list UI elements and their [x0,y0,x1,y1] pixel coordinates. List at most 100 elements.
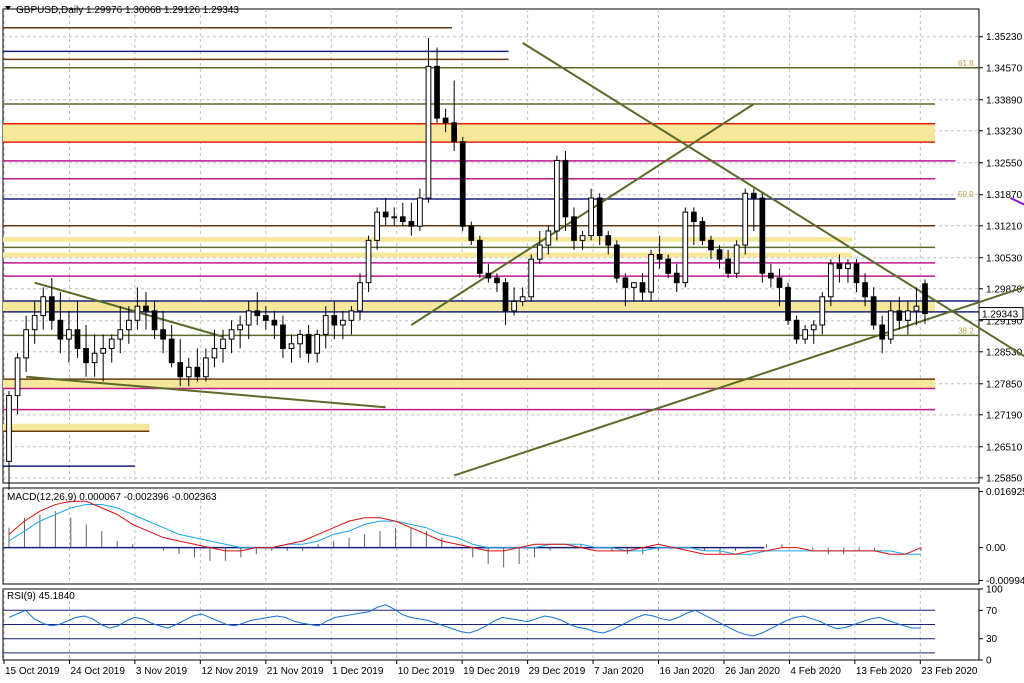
candle-body [819,296,826,326]
candle-body [357,282,363,312]
candle-body [91,352,98,364]
candle-body [896,310,903,321]
candle-body [562,159,569,218]
candle-body [639,282,646,293]
candle-body [922,283,928,315]
y-tick-label: 0.00 [986,543,1006,554]
candle-body [108,338,115,350]
y-tick-label: 1.31210 [986,221,1023,232]
x-tick-label: 7 Jan 2020 [594,666,644,677]
candle-body [742,192,749,246]
macd-label: MACD(12,26,9) 0.000067 -0.002396 -0.0023… [7,492,217,503]
candle-body [648,253,654,293]
candle-body [631,282,637,288]
candle-body [57,319,64,340]
candle-body [665,258,672,274]
x-tick-label: 19 Dec 2019 [463,666,520,677]
candle-body [177,362,184,378]
candle-body [459,141,466,227]
y-tick-label: 1.33230 [986,126,1023,137]
y-tick-label: 1.27190 [986,410,1023,421]
candle-body [160,329,166,340]
candle-body [725,258,731,274]
candle-body [417,197,423,227]
x-tick-label: 13 Feb 2020 [856,666,913,677]
y-tick-label: 1.33890 [986,95,1023,106]
candle-body [673,272,680,284]
current-price-label: 1.29343 [982,310,1019,321]
candle-body [40,296,47,317]
candle-body [408,221,415,227]
candle-body [322,315,329,335]
candle-body [511,300,517,312]
fibonacci-label: 38.2 [958,326,974,335]
candle-body [768,272,774,279]
x-tick-label: 4 Feb 2020 [790,666,841,677]
candle-body [613,244,620,279]
candle-body [579,235,586,241]
y-tick-label: 70 [986,606,998,617]
support-resistance-zone [3,123,936,143]
y-tick-label: 0 [986,656,992,667]
fibonacci-label: 61.8 [958,59,974,68]
candle-body [280,324,286,350]
candle-body [605,235,612,246]
candle-body [451,122,458,143]
y-tick-label: 0.016925 [986,487,1024,498]
x-tick-label: 26 Jan 2020 [725,666,780,677]
candle-body [48,296,55,321]
candle-body [134,305,141,321]
candle-body [305,333,312,354]
candle-body [759,197,766,274]
candle-body [143,305,149,312]
y-tick-label: 1.25850 [986,473,1023,484]
candle-body [382,211,389,218]
candle-body [391,216,398,219]
candle-body [862,282,868,298]
candle-body [203,357,209,378]
candle-body [554,159,560,232]
candle-body [237,324,243,331]
rsi-label: RSI(9) 45.1840 [7,591,75,602]
candle-body [708,239,714,251]
candle-body [836,263,843,270]
x-tick-label: 1 Dec 2019 [332,666,384,677]
candle-body [588,197,594,237]
candle-body [905,310,911,321]
y-tick-label: 1.32550 [986,158,1023,169]
candle-body [827,263,834,298]
candle-body [211,348,218,359]
candle-body [348,310,355,321]
candle-body [254,310,261,317]
candle-body [31,315,38,331]
support-resistance-zone [3,301,936,312]
candle-body [331,315,338,326]
candle-body [100,348,107,354]
x-tick-label: 12 Nov 2019 [201,666,258,677]
candle-body [845,263,851,270]
x-tick-label: 24 Oct 2019 [70,666,125,677]
candle-body [716,249,723,260]
candle-body [425,65,432,199]
candle-body [399,216,406,223]
candle-body [785,286,791,321]
y-tick-label: 1.35230 [986,32,1023,43]
candle-body [271,319,278,326]
candle-body [168,338,175,364]
x-tick-label: 23 Feb 2020 [921,666,978,677]
candle-body [519,296,526,302]
candle-body [733,244,740,274]
y-tick-label: 1.27850 [986,379,1023,390]
candle-body [23,329,29,359]
y-tick-label: 1.34570 [986,63,1023,74]
candle-body [494,277,500,284]
x-tick-label: 21 Nov 2019 [267,666,324,677]
candle-body [262,315,269,321]
candle-body [374,211,380,241]
candle-body [228,329,235,340]
fibonacci-label: 50.0 [958,190,974,199]
x-tick-label: 10 Dec 2019 [398,666,455,677]
y-tick-label: 1.31870 [986,190,1023,201]
candle-body [14,357,21,397]
candle-body [365,239,372,284]
